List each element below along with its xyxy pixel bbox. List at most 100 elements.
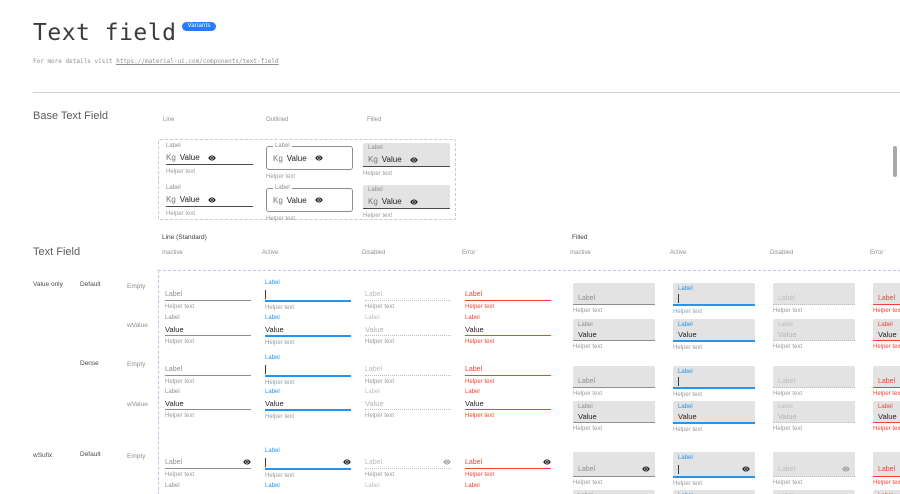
field-input[interactable]: LabelValue xyxy=(773,401,855,423)
text-field-line-inactive-value-wsufix[interactable]: LabelValueHelper text xyxy=(165,482,251,494)
text-field-filled-error-empty[interactable]: LabelHelper text xyxy=(873,283,900,314)
field-input[interactable]: LabelValue xyxy=(873,490,900,494)
text-field-line-error-empty-wsufix[interactable]: LabelHelper text xyxy=(465,447,551,478)
field-input[interactable]: Label xyxy=(465,456,551,469)
eye-icon[interactable] xyxy=(243,458,251,466)
text-field-filled-disabled-value[interactable]: LabelValueHelper text xyxy=(773,401,855,432)
text-field-line-error-empty[interactable]: LabelHelper text xyxy=(465,279,551,310)
eye-icon[interactable] xyxy=(410,198,418,206)
eye-icon[interactable] xyxy=(443,458,451,466)
docs-link[interactable]: https://material-ui.com/components/text-… xyxy=(116,58,279,65)
text-field-line-error-value-wsufix[interactable]: LabelValueHelper text xyxy=(465,482,551,494)
field-input[interactable]: LabelValue xyxy=(673,401,755,424)
field-input[interactable]: Label xyxy=(573,366,655,388)
text-field-line-inactive-empty-wsufix[interactable]: LabelHelper text xyxy=(165,447,251,478)
field-input[interactable]: LabelValue xyxy=(773,490,855,494)
text-field-line-error-empty[interactable]: LabelHelper text xyxy=(465,354,551,385)
text-field-filled-disabled-empty[interactable]: LabelHelper text xyxy=(773,366,855,397)
text-field-line-inactive-empty[interactable]: LabelHelper text xyxy=(165,279,251,310)
eye-icon[interactable] xyxy=(543,458,551,466)
text-field-filled-error-value-wsufix[interactable]: LabelValueHelper text xyxy=(873,490,900,494)
text-field-line-active-value-wsufix[interactable]: LabelValueHelper text xyxy=(265,482,351,494)
field-input[interactable]: Label xyxy=(673,366,755,389)
field-input[interactable]: Label xyxy=(873,366,900,388)
field-input[interactable]: Label xyxy=(873,452,900,477)
text-field-filled-error-value[interactable]: LabelValueHelper text xyxy=(873,319,900,350)
text-field-filled-disabled-value-wsufix[interactable]: LabelValueHelper text xyxy=(773,490,855,494)
text-field-filled-active-value-wsufix[interactable]: LabelValueHelper text xyxy=(673,490,755,494)
field-input[interactable]: LabelValue xyxy=(873,401,900,423)
field-input[interactable]: Label xyxy=(573,452,655,477)
text-field-filled-inactive-value[interactable]: LabelValueHelper text xyxy=(573,401,655,432)
field-input[interactable]: Value xyxy=(465,323,551,336)
field-input[interactable]: KgValue xyxy=(166,151,253,165)
eye-icon[interactable] xyxy=(208,154,216,162)
eye-icon[interactable] xyxy=(842,465,850,473)
field-input[interactable]: Label xyxy=(165,456,251,469)
text-field-filled-disabled-empty[interactable]: LabelHelper text xyxy=(773,283,855,314)
scrollbar-thumb[interactable] xyxy=(893,146,897,177)
text-field-line-disabled-value[interactable]: LabelValueHelper text xyxy=(365,388,451,419)
field-input[interactable]: Label xyxy=(365,288,451,301)
field-input[interactable] xyxy=(265,288,351,302)
text-field-line-inactive-value[interactable]: LabelValueHelper text xyxy=(165,314,251,345)
text-field-line-inactive-empty[interactable]: LabelHelper text xyxy=(165,354,251,385)
field-input[interactable]: LabelKgValue xyxy=(363,185,450,209)
text-field-filled-error-empty-wsufix[interactable]: LabelHelper text xyxy=(873,452,900,486)
field-input[interactable]: Label xyxy=(365,456,451,469)
text-field-filled-disabled-value[interactable]: LabelValueHelper text xyxy=(773,319,855,350)
text-field-line-disabled-empty[interactable]: LabelHelper text xyxy=(365,279,451,310)
field-input[interactable]: LabelValue xyxy=(773,319,855,341)
eye-icon[interactable] xyxy=(742,465,750,473)
field-input[interactable]: Value xyxy=(265,397,351,411)
text-field-filled-inactive-empty-wsufix[interactable]: LabelHelper text xyxy=(573,452,655,486)
base-text-field-filled[interactable]: LabelKgValueHelper text xyxy=(363,143,450,177)
eye-icon[interactable] xyxy=(315,154,323,162)
field-input[interactable]: Label xyxy=(773,366,855,388)
eye-icon[interactable] xyxy=(315,196,323,204)
field-input[interactable]: Value xyxy=(465,397,551,410)
field-input[interactable]: Label xyxy=(773,452,855,477)
field-input[interactable]: KgValue xyxy=(166,193,253,207)
field-input[interactable]: LabelValue xyxy=(873,319,900,341)
field-input[interactable]: Value xyxy=(165,397,251,410)
base-text-field-outlined[interactable]: LabelKgValueHelper text xyxy=(266,143,353,180)
text-field-filled-inactive-value[interactable]: LabelValueHelper text xyxy=(573,319,655,350)
text-field-line-active-empty-wsufix[interactable]: LabelHelper text xyxy=(265,447,351,479)
field-input[interactable]: Label xyxy=(773,283,855,305)
text-field-line-disabled-empty-wsufix[interactable]: LabelHelper text xyxy=(365,447,451,478)
text-field-filled-active-empty[interactable]: LabelHelper text xyxy=(673,366,755,398)
field-input[interactable]: Label xyxy=(673,452,755,478)
eye-icon[interactable] xyxy=(208,196,216,204)
field-input[interactable]: LabelValue xyxy=(573,319,655,341)
text-field-filled-error-empty[interactable]: LabelHelper text xyxy=(873,366,900,397)
text-field-line-active-value[interactable]: LabelValueHelper text xyxy=(265,388,351,420)
text-field-filled-disabled-empty-wsufix[interactable]: LabelHelper text xyxy=(773,452,855,486)
text-field-line-inactive-value[interactable]: LabelValueHelper text xyxy=(165,388,251,419)
text-field-filled-error-value[interactable]: LabelValueHelper text xyxy=(873,401,900,432)
eye-icon[interactable] xyxy=(410,156,418,164)
text-field-line-disabled-value[interactable]: LabelValueHelper text xyxy=(365,314,451,345)
field-input[interactable]: Label xyxy=(165,363,251,376)
field-input[interactable] xyxy=(265,456,351,470)
text-field-filled-active-value[interactable]: LabelValueHelper text xyxy=(673,319,755,351)
text-field-filled-inactive-empty[interactable]: LabelHelper text xyxy=(573,366,655,397)
base-text-field-line[interactable]: LabelKgValueHelper text xyxy=(166,143,253,175)
text-field-line-disabled-empty[interactable]: LabelHelper text xyxy=(365,354,451,385)
field-input[interactable]: Value xyxy=(165,323,251,336)
field-input[interactable]: LabelKgValue xyxy=(266,146,353,170)
eye-icon[interactable] xyxy=(343,458,351,466)
field-input[interactable]: LabelValue xyxy=(573,401,655,423)
field-input[interactable]: Value xyxy=(265,323,351,337)
text-field-filled-active-empty[interactable]: LabelHelper text xyxy=(673,283,755,315)
base-text-field-line[interactable]: LabelKgValueHelper text xyxy=(166,185,253,217)
eye-icon[interactable] xyxy=(642,465,650,473)
text-field-line-error-value[interactable]: LabelValueHelper text xyxy=(465,314,551,345)
text-field-line-active-empty[interactable]: LabelHelper text xyxy=(265,354,351,386)
field-input[interactable]: Value xyxy=(365,323,451,336)
field-input[interactable]: Label xyxy=(873,283,900,305)
field-input[interactable]: LabelValue xyxy=(573,490,655,494)
field-input[interactable]: LabelValue xyxy=(673,490,755,494)
field-input[interactable]: Label xyxy=(573,283,655,305)
text-field-line-active-value[interactable]: LabelValueHelper text xyxy=(265,314,351,346)
